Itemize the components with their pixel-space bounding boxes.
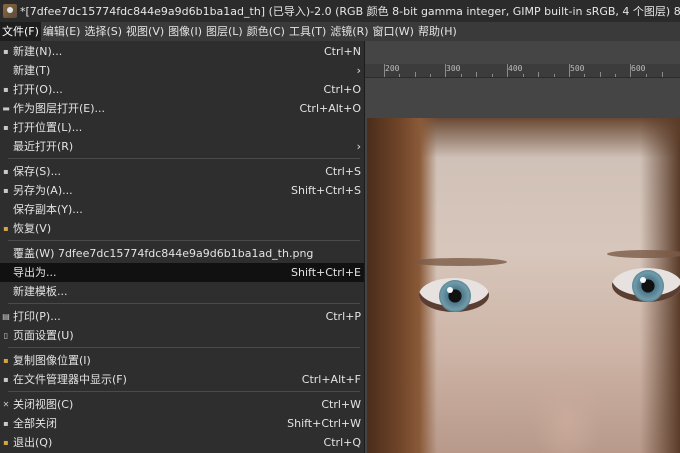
menu-colors[interactable]: 颜色(C) [245,22,287,41]
menu-item-save-copy[interactable]: 保存副本(Y)... [0,200,364,219]
menu-file[interactable]: 文件(F) [0,22,41,41]
menu-item-show-in-file-manager[interactable]: ▪ 在文件管理器中显示(F) Ctrl+Alt+F [0,370,364,389]
menu-separator [8,303,360,304]
close-icon: ✕ [2,400,10,409]
eyebrow-right [607,250,680,258]
menu-separator [8,391,360,392]
menu-separator [8,158,360,159]
menu-tools[interactable]: 工具(T) [287,22,328,41]
page-setup-icon: ▯ [3,331,9,340]
menu-item-open-location[interactable]: ▪ 打开位置(L)... [0,118,364,137]
close-all-icon: ▪ [3,419,9,428]
ruler-label: 500 [570,64,585,73]
horizontal-ruler[interactable]: 200 300 400 500 600 [364,64,680,78]
menu-item-print[interactable]: ▤ 打印(P)... Ctrl+P [0,307,364,326]
gimp-app-icon [3,4,17,18]
menu-view[interactable]: 视图(V) [124,22,166,41]
menu-item-new[interactable]: ▪ 新建(N)... Ctrl+N [0,42,364,61]
print-icon: ▤ [2,312,10,321]
menu-image[interactable]: 图像(I) [166,22,204,41]
ruler-label: 300 [446,64,461,73]
eye-left [419,278,489,312]
window-titlebar: *[7dfee7dc15774fdc844e9a9d6b1ba1ad_th] (… [0,0,680,22]
save-icon: ▪ [3,167,9,176]
nose [532,368,602,453]
menu-item-new-submenu[interactable]: 新建(T) › [0,61,364,80]
quit-icon: ▪ [3,438,9,447]
ruler-label: 600 [631,64,646,73]
file-menu-dropdown: ▪ 新建(N)... Ctrl+N 新建(T) › ▪ 打开(O)... Ctr… [0,41,365,453]
window-title: *[7dfee7dc15774fdc844e9a9d6b1ba1ad_th] (… [20,5,680,18]
menu-select[interactable]: 选择(S) [82,22,124,41]
submenu-arrow-icon: › [356,140,361,153]
submenu-arrow-icon: › [356,64,361,77]
new-icon: ▪ [3,47,9,56]
open-icon: ▪ [3,85,9,94]
revert-icon: ▪ [3,224,9,233]
eyebrow-left [412,258,507,266]
menu-item-revert[interactable]: ▪ 恢复(V) [0,219,364,238]
menu-item-close-view[interactable]: ✕ 关闭视图(C) Ctrl+W [0,395,364,414]
menu-separator [8,347,360,348]
location-icon: ▪ [3,123,9,132]
menu-item-open-as-layers[interactable]: ▬ 作为图层打开(E)... Ctrl+Alt+O [0,99,364,118]
ruler-label: 400 [508,64,523,73]
save-as-icon: ▪ [3,186,9,195]
menu-item-open-recent[interactable]: 最近打开(R) › [0,137,364,156]
menu-item-create-template[interactable]: 新建模板... [0,282,364,301]
menu-separator [8,240,360,241]
menu-item-save-as[interactable]: ▪ 另存为(A)... Shift+Ctrl+S [0,181,364,200]
file-manager-icon: ▪ [3,375,9,384]
menu-item-quit[interactable]: ▪ 退出(Q) Ctrl+Q [0,433,364,452]
menu-item-copy-image-location[interactable]: ▪ 复制图像位置(I) [0,351,364,370]
menu-layer[interactable]: 图层(L) [204,22,245,41]
menubar: 文件(F) 编辑(E) 选择(S) 视图(V) 图像(I) 图层(L) 颜色(C… [0,22,680,42]
menu-windows[interactable]: 窗口(W) [371,22,416,41]
eye-right [612,268,680,302]
menu-item-export-as[interactable]: 导出为... Shift+Ctrl+E [0,263,364,282]
menu-item-close-all[interactable]: ▪ 全部关闭 Shift+Ctrl+W [0,414,364,433]
menu-edit[interactable]: 编辑(E) [41,22,83,41]
open-layer-icon: ▬ [2,104,10,113]
menu-item-page-setup[interactable]: ▯ 页面设置(U) [0,326,364,345]
menu-item-overwrite[interactable]: 覆盖(W) 7dfee7dc15774fdc844e9a9d6b1ba1ad_t… [0,244,364,263]
menu-help[interactable]: 帮助(H) [416,22,459,41]
canvas-image-portrait[interactable] [367,118,680,453]
menu-item-save[interactable]: ▪ 保存(S)... Ctrl+S [0,162,364,181]
menu-item-open[interactable]: ▪ 打开(O)... Ctrl+O [0,80,364,99]
copy-location-icon: ▪ [3,356,9,365]
ruler-label: 200 [385,64,400,73]
menu-filters[interactable]: 滤镜(R) [328,22,370,41]
